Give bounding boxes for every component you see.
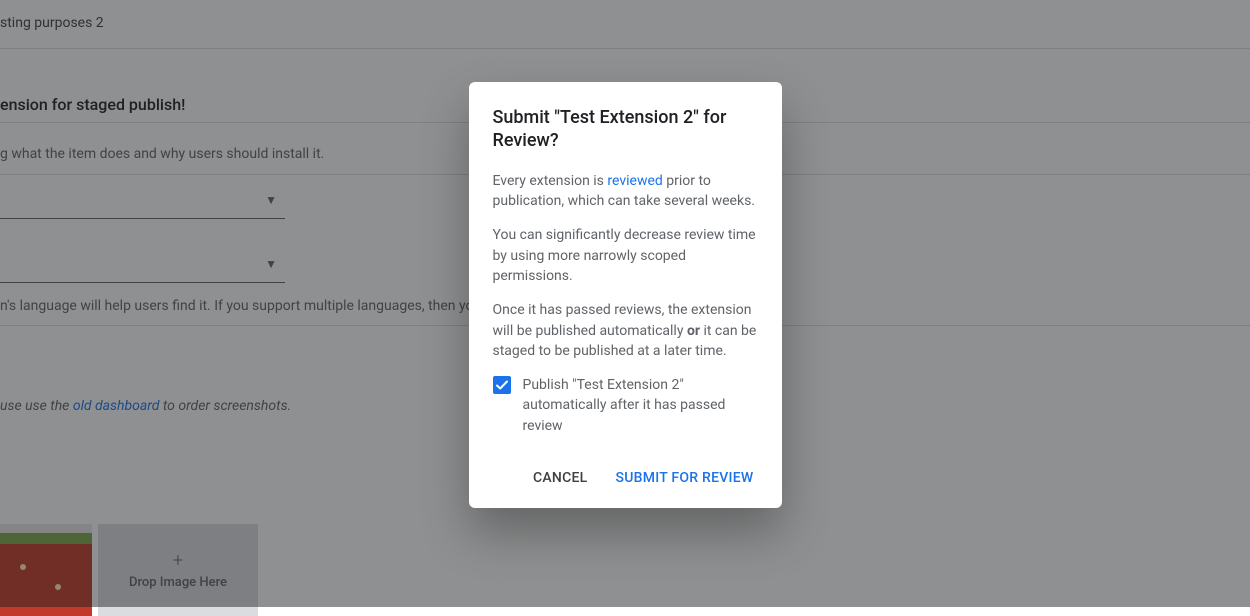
modal-overlay: Submit "Test Extension 2" for Review? Ev…	[0, 0, 1250, 607]
dialog-body: Every extension is reviewed prior to pub…	[493, 171, 758, 436]
auto-publish-checkbox[interactable]	[493, 376, 511, 394]
dialog-actions: CANCEL SUBMIT FOR REVIEW	[493, 464, 758, 492]
dialog-p3: Once it has passed reviews, the extensio…	[493, 300, 758, 361]
dialog-p2: You can significantly decrease review ti…	[493, 225, 758, 286]
dialog-title: Submit "Test Extension 2" for Review?	[493, 106, 758, 153]
dialog-p1: Every extension is reviewed prior to pub…	[493, 171, 758, 212]
reviewed-link[interactable]: reviewed	[607, 173, 662, 189]
cancel-button[interactable]: CANCEL	[529, 464, 591, 492]
submit-review-dialog: Submit "Test Extension 2" for Review? Ev…	[469, 82, 782, 508]
auto-publish-label: Publish "Test Extension 2" automatically…	[523, 375, 758, 436]
check-icon	[494, 377, 510, 393]
auto-publish-row: Publish "Test Extension 2" automatically…	[493, 375, 758, 436]
submit-for-review-button[interactable]: SUBMIT FOR REVIEW	[611, 464, 757, 492]
